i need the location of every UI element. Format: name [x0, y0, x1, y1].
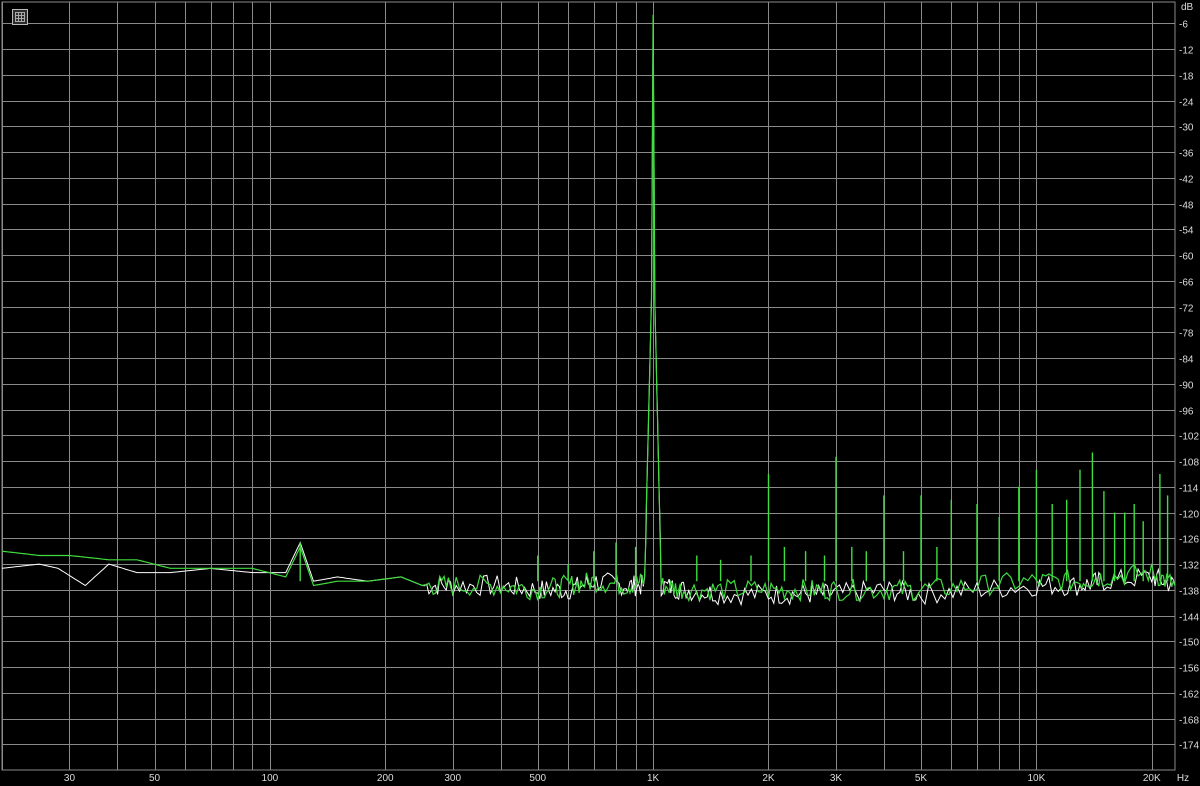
x-tick-label: 2K: [762, 773, 775, 784]
grid-settings-icon[interactable]: [12, 9, 28, 25]
y-tick-label: -114: [1179, 484, 1199, 495]
x-tick-label: 500: [529, 773, 546, 784]
y-tick-label: -120: [1179, 510, 1199, 521]
y-tick-label: -108: [1179, 458, 1199, 469]
y-tick-label: -6: [1179, 20, 1188, 31]
x-tick-label: 10K: [1027, 773, 1045, 784]
x-tick-label: 200: [377, 773, 394, 784]
x-tick-label: 20K: [1143, 773, 1161, 784]
y-tick-label: -126: [1179, 535, 1199, 546]
y-tick-label: -144: [1179, 613, 1199, 624]
y-tick-label: -24: [1179, 98, 1194, 109]
y-tick-label: -150: [1179, 638, 1199, 649]
y-tick-label: -66: [1179, 278, 1194, 289]
legend-right-channel: Right channel: [45, 27, 107, 38]
grid: [1, 1, 1176, 771]
y-tick-label: -78: [1179, 329, 1194, 340]
y-tick-label: -54: [1179, 226, 1194, 237]
y-tick-label: -96: [1179, 407, 1194, 418]
x-tick-label: 300: [444, 773, 461, 784]
x-tick-label: 30: [64, 773, 76, 784]
y-tick-label: -102: [1179, 432, 1199, 443]
legend-left-channel: Left channel: [45, 14, 100, 25]
x-tick-label: 100: [262, 773, 279, 784]
y-tick-label: -18: [1179, 72, 1194, 83]
spectrum-analyzer-window: -6 -12 -18 -24 -30 -36 -42 -48 -54 -60 -66 -72 -78 -8…: [0, 0, 1200, 786]
spectrum-chart: -6 -12 -18 -24 -30 -36 -42 -48 -54 -60 -66 -72 -78 -8…: [1, 1, 1200, 784]
y-tick-label: -48: [1179, 201, 1194, 212]
x-unit-label: Hz: [1177, 773, 1189, 784]
y-tick-label: -12: [1179, 46, 1194, 57]
y-tick-label: -84: [1179, 355, 1194, 366]
x-tick-label: 50: [149, 773, 161, 784]
y-tick-label: -60: [1179, 252, 1194, 263]
harmonic-spikes: [299, 452, 1169, 582]
y-tick-label: -30: [1179, 123, 1194, 134]
y-tick-label: -162: [1179, 690, 1199, 701]
y-tick-label: -90: [1179, 381, 1194, 392]
y-tick-label: -72: [1179, 304, 1194, 315]
y-tick-label: -174: [1179, 741, 1199, 752]
x-tick-label: 1K: [647, 773, 660, 784]
x-tick-label: 3K: [830, 773, 843, 784]
y-tick-label: -42: [1179, 175, 1194, 186]
axes: -6 -12 -18 -24 -30 -36 -42 -48 -54 -60 -66 -72 -78 -8…: [64, 2, 1200, 784]
y-tick-label: -156: [1179, 664, 1199, 675]
y-tick-label: -168: [1179, 716, 1199, 727]
y-tick-label: -132: [1179, 561, 1199, 572]
x-tick-label: 5K: [915, 773, 928, 784]
y-tick-label: -36: [1179, 149, 1194, 160]
y-unit-label: dB: [1181, 2, 1194, 13]
y-tick-label: -138: [1179, 587, 1199, 598]
